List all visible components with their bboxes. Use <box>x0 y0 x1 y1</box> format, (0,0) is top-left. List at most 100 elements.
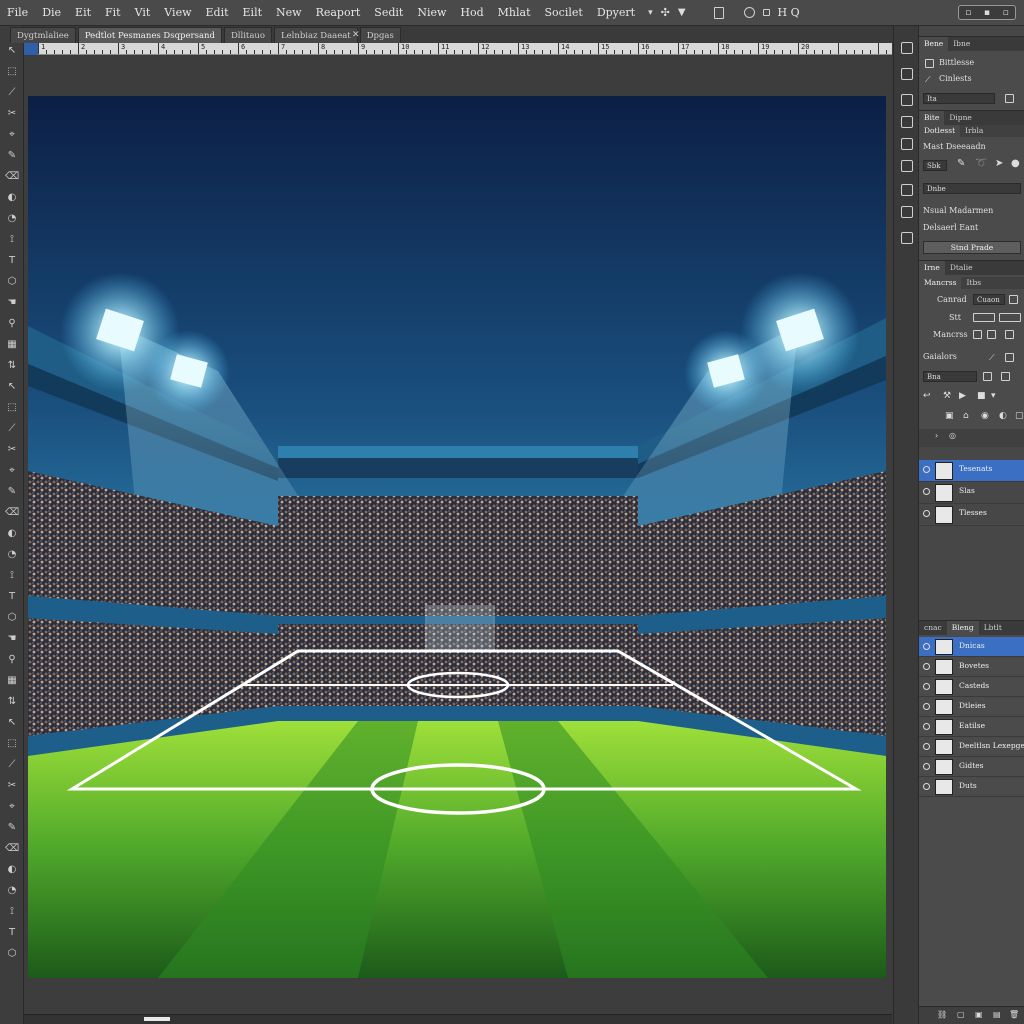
menu-item-6[interactable]: Edit <box>199 0 236 26</box>
adjust-field-2[interactable]: Dnbe <box>923 183 1021 194</box>
tool-icon[interactable]: ⌫ <box>5 842 19 856</box>
underline-icon[interactable] <box>1005 330 1014 339</box>
info-icon[interactable] <box>762 9 770 16</box>
visibility-eye-icon[interactable] <box>923 703 930 710</box>
tool-icon[interactable]: ☚ <box>5 632 19 646</box>
tool-icon[interactable]: ⟋ <box>5 86 19 100</box>
menu-item-14[interactable]: Socilet <box>538 0 590 26</box>
tool-icon[interactable]: ⌖ <box>5 128 19 142</box>
subtab-2[interactable]: Irbla <box>960 125 988 137</box>
tool-icon[interactable]: ⚲ <box>5 317 19 331</box>
tool-icon[interactable]: T <box>5 926 19 940</box>
expand-icon[interactable] <box>1009 295 1018 304</box>
panel-toggle-icon[interactable] <box>901 94 913 106</box>
tool-icon[interactable]: ✎ <box>5 485 19 499</box>
chevron-down-icon[interactable]: ▾ <box>648 8 653 18</box>
tool-icon[interactable]: ⟟ <box>5 905 19 919</box>
new-layer-icon[interactable]: ▢ <box>957 1010 965 1019</box>
tool-icon[interactable]: ✎ <box>5 149 19 163</box>
link-icon[interactable] <box>1005 94 1014 103</box>
lock-icon[interactable]: ▣ <box>945 411 954 421</box>
layer-row[interactable]: Deeltlsn Lexepget <box>919 737 1024 757</box>
tab-dipne[interactable]: Dipne <box>944 111 976 125</box>
layer-row[interactable]: Slas <box>919 482 1024 504</box>
search-icon[interactable] <box>743 7 755 18</box>
down-icon[interactable]: ▾ <box>991 391 996 401</box>
visibility-eye-icon[interactable] <box>923 488 930 495</box>
panel-toggle-icon[interactable] <box>901 206 913 218</box>
bold-icon[interactable] <box>973 330 982 339</box>
visibility-eye-icon[interactable] <box>923 510 930 517</box>
lasso-icon[interactable]: ➰ <box>975 158 987 169</box>
tool-icon[interactable]: ⇅ <box>5 695 19 709</box>
settings-icon[interactable] <box>1005 353 1014 362</box>
menu-item-15[interactable]: Dpyert <box>590 0 642 26</box>
chain-icon[interactable] <box>983 372 992 381</box>
menu-item-11[interactable]: Niew <box>410 0 453 26</box>
tool-icon[interactable]: ⬚ <box>5 65 19 79</box>
visibility-eye-icon[interactable] <box>923 743 930 750</box>
menu-item-9[interactable]: Reaport <box>309 0 368 26</box>
close-icon[interactable]: ▫ <box>1003 8 1009 18</box>
panel-toggle-icon[interactable] <box>901 116 913 128</box>
panel-toggle-icon[interactable] <box>901 232 913 244</box>
menu-item-10[interactable]: Sedit <box>367 0 410 26</box>
folder-icon[interactable]: ▢ <box>1015 411 1024 421</box>
close-tab-icon[interactable]: ✕ <box>352 27 360 43</box>
tool-icon[interactable]: ⬚ <box>5 737 19 751</box>
tool-icon[interactable]: ⬡ <box>5 611 19 625</box>
menu-item-12[interactable]: Hod <box>453 0 490 26</box>
visibility-eye-icon[interactable] <box>923 683 930 690</box>
visibility-eye-icon[interactable] <box>923 643 930 650</box>
char-field[interactable]: Bna <box>923 371 977 382</box>
tool-icon[interactable]: ⌖ <box>5 800 19 814</box>
layer-row[interactable]: Duts <box>919 777 1024 797</box>
menu-item-4[interactable]: Vit <box>128 0 158 26</box>
align-right-icon[interactable] <box>999 313 1021 322</box>
document-canvas[interactable] <box>28 96 886 978</box>
tool-icon[interactable]: ⇅ <box>5 359 19 373</box>
tool-icon[interactable]: T <box>5 254 19 268</box>
tool-icon[interactable]: ⟋ <box>5 758 19 772</box>
layer-row[interactable]: Tesenats <box>919 460 1024 482</box>
menu-item-0[interactable]: File <box>0 0 35 26</box>
tool-icon[interactable]: ⬚ <box>5 401 19 415</box>
tool-icon[interactable]: ✂ <box>5 443 19 457</box>
restore-icon[interactable]: ▪ <box>984 8 990 18</box>
ruler-origin[interactable] <box>24 43 38 55</box>
char-subtab-1[interactable]: Mancrss <box>919 277 962 289</box>
document-tab-1[interactable]: Pedtlot Pesmanes Dsqpersand <box>77 27 222 43</box>
tool-icon[interactable]: ◔ <box>5 884 19 898</box>
tool-icon[interactable]: T <box>5 590 19 604</box>
minimize-icon[interactable]: ▫ <box>965 8 971 18</box>
layers-tab-0[interactable]: cnac <box>919 621 947 635</box>
tool-icon[interactable]: ⌖ <box>5 464 19 478</box>
document-tab-3[interactable]: Lelnbiaz Daaeat <box>273 27 358 43</box>
panel-toggle-icon[interactable] <box>901 138 913 150</box>
tool-icon[interactable]: ⬡ <box>5 275 19 289</box>
tool-icon[interactable]: ◐ <box>5 527 19 541</box>
layer-row[interactable]: Gidtes <box>919 757 1024 777</box>
tool-icon[interactable]: ⟋ <box>5 422 19 436</box>
move-icon[interactable]: ✣ <box>661 6 670 19</box>
document-tab-2[interactable]: Dllitauo <box>223 27 272 43</box>
document-tab-0[interactable]: Dygtmlaliee <box>10 27 76 43</box>
visibility-eye-icon[interactable] <box>923 466 930 473</box>
tool-icon[interactable]: ✂ <box>5 779 19 793</box>
tool-icon[interactable]: ◐ <box>5 191 19 205</box>
menu-item-1[interactable]: Die <box>35 0 68 26</box>
wrench-icon[interactable]: ⚒ <box>943 391 951 401</box>
menu-item-8[interactable]: New <box>269 0 309 26</box>
char-row-1-field[interactable]: Cuaon <box>973 294 1005 305</box>
tool-icon[interactable]: ↖ <box>5 44 19 58</box>
tool-icon[interactable]: ⌫ <box>5 506 19 520</box>
arrow-down-icon[interactable]: ▼ <box>678 7 686 18</box>
tool-icon[interactable]: ↖ <box>5 716 19 730</box>
layer-row[interactable]: Bovetes <box>919 657 1024 677</box>
square-icon[interactable]: ■ <box>977 391 986 401</box>
menu-item-5[interactable]: View <box>157 0 198 26</box>
tool-icon[interactable]: ⟟ <box>5 233 19 247</box>
visibility-eye-icon[interactable] <box>923 783 930 790</box>
cursor-icon[interactable]: ➤ <box>995 158 1003 169</box>
layer-row[interactable]: Dnicas <box>919 637 1024 657</box>
